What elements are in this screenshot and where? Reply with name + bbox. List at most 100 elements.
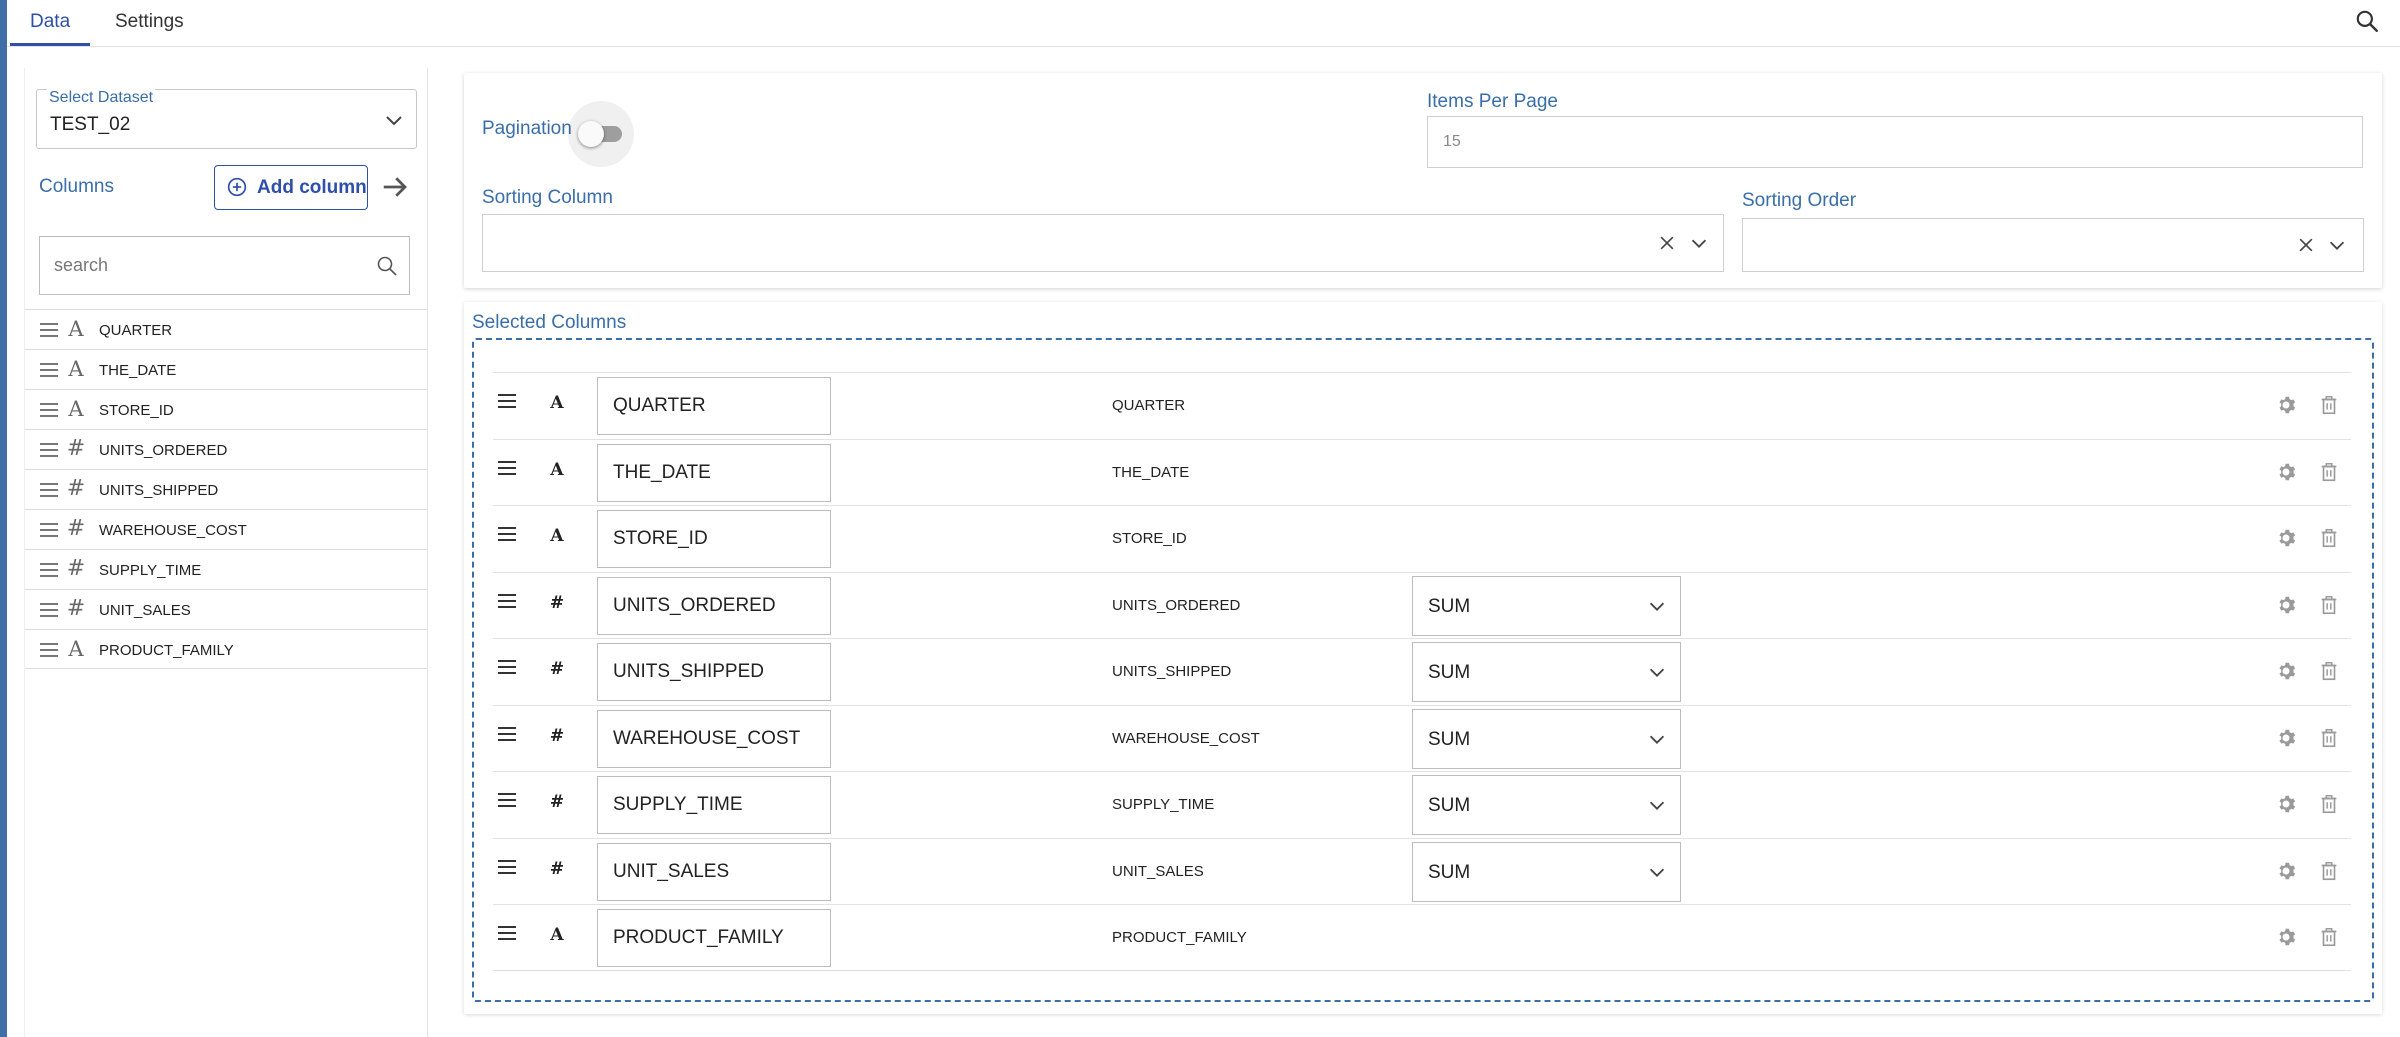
sorting-order-select[interactable]	[1742, 218, 2364, 272]
drag-handle-icon[interactable]	[497, 658, 517, 676]
column-list-item[interactable]: # SUPPLY_TIME	[25, 549, 427, 589]
column-search-input[interactable]: search	[39, 236, 410, 295]
drag-handle-icon[interactable]	[497, 392, 517, 410]
gear-icon[interactable]	[2275, 660, 2297, 682]
drag-handle-icon[interactable]	[39, 482, 59, 498]
column-list-item[interactable]: # UNITS_ORDERED	[25, 429, 427, 469]
drag-handle-icon[interactable]	[39, 522, 59, 538]
selected-column-row: # UNITS_ORDERED UNITS_ORDERED SUM	[493, 571, 2351, 639]
column-alias-input[interactable]: QUARTER	[597, 377, 831, 435]
aggregation-select[interactable]: SUM	[1412, 575, 1681, 636]
trash-icon[interactable]	[2318, 461, 2340, 483]
tab-settings[interactable]: Settings	[115, 0, 184, 44]
chevron-down-icon[interactable]	[1688, 232, 1710, 254]
column-alias-input[interactable]: UNIT_SALES	[597, 842, 831, 901]
trash-icon[interactable]	[2318, 660, 2340, 682]
drag-handle-icon[interactable]	[497, 592, 517, 610]
drag-handle-icon[interactable]	[497, 459, 517, 477]
chevron-down-icon[interactable]	[2326, 234, 2348, 256]
drag-handle-icon[interactable]	[39, 362, 59, 378]
dataset-select-value: TEST_02	[50, 114, 131, 135]
text-type-icon: A	[68, 637, 84, 661]
column-list-item[interactable]: # UNITS_SHIPPED	[25, 469, 427, 509]
trash-icon[interactable]	[2318, 527, 2340, 549]
gear-icon[interactable]	[2275, 793, 2297, 815]
items-per-page-input[interactable]: 15	[1427, 116, 2363, 168]
gear-icon[interactable]	[2275, 926, 2297, 948]
text-type-icon: A	[550, 393, 564, 413]
selected-columns-title: Selected Columns	[472, 312, 627, 333]
tab-data[interactable]: Data	[9, 0, 91, 46]
chevron-down-icon	[1649, 668, 1665, 677]
dataset-select[interactable]: Select Dataset TEST_02	[36, 89, 417, 149]
aggregation-select[interactable]: SUM	[1412, 775, 1681, 835]
column-source-name: UNIT_SALES	[1112, 862, 1204, 880]
clear-icon[interactable]	[2296, 235, 2316, 255]
trash-icon[interactable]	[2318, 394, 2340, 416]
column-name: UNITS_ORDERED	[99, 442, 228, 459]
top-tab-bar: Data Settings	[7, 0, 2400, 47]
number-type-icon: #	[66, 516, 86, 541]
column-alias-input[interactable]: PRODUCT_FAMILY	[597, 909, 831, 967]
column-alias-input[interactable]: WAREHOUSE_COST	[597, 709, 831, 768]
aggregation-select[interactable]: SUM	[1412, 841, 1681, 902]
add-column-button[interactable]: Add column	[214, 165, 368, 210]
column-list-item[interactable]: A STORE_ID	[25, 389, 427, 429]
drag-handle-icon[interactable]	[497, 791, 517, 809]
left-edge-strip	[0, 0, 7, 1037]
drag-handle-icon[interactable]	[39, 562, 59, 578]
column-list-item[interactable]: A QUARTER	[25, 309, 427, 349]
arrow-right-icon[interactable]	[380, 172, 410, 202]
drag-handle-icon[interactable]	[39, 642, 59, 658]
drag-handle-icon[interactable]	[39, 442, 59, 458]
drag-handle-icon[interactable]	[497, 858, 517, 876]
selected-column-row: A QUARTER QUARTER	[493, 372, 2351, 439]
drag-handle-icon[interactable]	[39, 402, 59, 418]
aggregation-select[interactable]: SUM	[1412, 642, 1681, 702]
column-list-item[interactable]: # WAREHOUSE_COST	[25, 509, 427, 549]
column-list-item[interactable]: A THE_DATE	[25, 349, 427, 389]
columns-label: Columns	[39, 176, 114, 197]
column-alias-input[interactable]: THE_DATE	[597, 443, 831, 502]
column-alias-input[interactable]: SUPPLY_TIME	[597, 776, 831, 834]
column-list-item[interactable]: A PRODUCT_FAMILY	[25, 629, 427, 669]
column-alias-input[interactable]: UNITS_SHIPPED	[597, 643, 831, 701]
gear-icon[interactable]	[2275, 461, 2297, 483]
trash-icon[interactable]	[2318, 926, 2340, 948]
gear-icon[interactable]	[2275, 594, 2297, 616]
trash-icon[interactable]	[2318, 594, 2340, 616]
drag-handle-icon[interactable]	[39, 322, 59, 338]
drag-handle-icon[interactable]	[497, 725, 517, 743]
column-name: THE_DATE	[99, 362, 177, 379]
search-icon	[377, 256, 397, 276]
column-name: SUPPLY_TIME	[99, 562, 202, 579]
gear-icon[interactable]	[2275, 394, 2297, 416]
selected-column-row: # WAREHOUSE_COST WAREHOUSE_COST SUM	[493, 704, 2351, 772]
sorting-column-select[interactable]	[482, 214, 1724, 272]
search-icon[interactable]	[2354, 8, 2380, 34]
column-source-name: UNITS_ORDERED	[1112, 596, 1241, 614]
aggregation-select[interactable]: SUM	[1412, 708, 1681, 769]
aggregation-value: SUM	[1428, 662, 1471, 683]
sorting-column-label: Sorting Column	[482, 187, 613, 208]
clear-icon[interactable]	[1657, 233, 1677, 253]
gear-icon[interactable]	[2275, 527, 2297, 549]
drag-handle-icon[interactable]	[497, 525, 517, 543]
trash-icon[interactable]	[2318, 727, 2340, 749]
aggregation-value: SUM	[1428, 595, 1471, 617]
column-list-item[interactable]: # UNIT_SALES	[25, 589, 427, 629]
add-column-label: Add column	[257, 177, 367, 198]
trash-icon[interactable]	[2318, 860, 2340, 882]
column-name: UNIT_SALES	[99, 602, 191, 619]
column-alias-input[interactable]: UNITS_ORDERED	[597, 576, 831, 635]
gear-icon[interactable]	[2275, 860, 2297, 882]
gear-icon[interactable]	[2275, 727, 2297, 749]
toggle-knob	[578, 121, 604, 147]
drag-handle-icon[interactable]	[497, 924, 517, 942]
trash-icon[interactable]	[2318, 793, 2340, 815]
column-alias-input[interactable]: STORE_ID	[597, 510, 831, 568]
chevron-down-icon[interactable]	[382, 108, 406, 132]
selected-column-row: # SUPPLY_TIME SUPPLY_TIME SUM	[493, 771, 2351, 838]
pagination-toggle[interactable]	[568, 101, 634, 167]
drag-handle-icon[interactable]	[39, 602, 59, 618]
